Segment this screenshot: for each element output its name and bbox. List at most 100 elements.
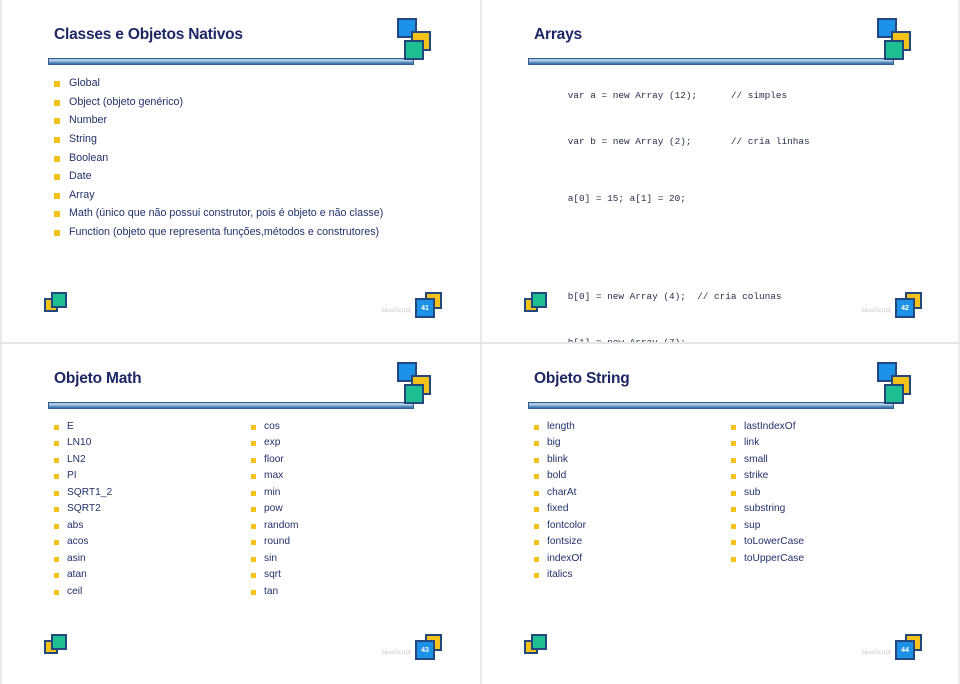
- bullet-square-icon: [731, 556, 736, 562]
- handout-sheet: Classes e Objetos Nativos Global Object …: [0, 0, 960, 684]
- decoration-squares-top-right: [873, 362, 923, 410]
- page-number-badge: 41: [412, 292, 446, 320]
- bullet-square-icon: [251, 589, 256, 595]
- bullet-square-icon: [731, 457, 736, 463]
- slide-arrays[interactable]: Arrays var a = new Array (12); // simple…: [480, 0, 960, 342]
- bullet-square-icon: [54, 155, 60, 162]
- list-item: exp: [251, 436, 441, 449]
- bullet-square-icon: [54, 230, 60, 236]
- decoration-squares-bottom-left: [524, 634, 554, 660]
- bullet-square-icon: [54, 474, 59, 480]
- bullet-square-icon: [534, 556, 539, 562]
- bullet-square-icon: [54, 99, 60, 106]
- page-number: 44: [895, 640, 915, 660]
- list-item: max: [251, 469, 441, 482]
- list-item: sub: [731, 486, 921, 499]
- list-item: Number: [54, 113, 434, 127]
- bullet-square-icon: [251, 457, 256, 463]
- bullet-square-icon: [731, 507, 736, 513]
- bullet-square-icon: [54, 490, 59, 496]
- bullet-square-icon: [251, 425, 256, 430]
- bullet-square-icon: [534, 573, 539, 579]
- decoration-squares-bottom-left: [44, 634, 74, 660]
- bullet-square-icon: [731, 425, 736, 430]
- bullet-square-icon: [534, 540, 539, 546]
- list-item: small: [731, 453, 921, 466]
- bullet-square-icon: [731, 441, 736, 447]
- slide-title: Objeto String: [534, 370, 630, 387]
- list-item: random: [251, 519, 441, 532]
- list-item: sin: [251, 552, 441, 565]
- list-item: lastIndexOf: [731, 420, 921, 433]
- list-item: SQRT1_2: [54, 486, 254, 499]
- bullet-square-icon: [534, 457, 539, 463]
- page-number-badge: 44: [892, 634, 926, 662]
- list-item: bold: [534, 469, 734, 482]
- bullet-square-icon: [534, 490, 539, 496]
- footer-label: JavaScript: [380, 650, 411, 656]
- slide-title: Arrays: [534, 26, 582, 43]
- decoration-squares-top-right: [393, 362, 443, 410]
- list-item: sup: [731, 519, 921, 532]
- page-number: 42: [895, 298, 915, 318]
- code-line: var b = new Array (2); // cria linhas: [567, 135, 810, 147]
- page-number: 41: [415, 298, 435, 318]
- code-line: var a = new Array (12); // simples: [567, 90, 788, 102]
- decoration-squares-bottom-left: [44, 292, 74, 318]
- bullet-square-icon: [731, 490, 736, 496]
- slide-title: Classes e Objetos Nativos: [54, 26, 243, 43]
- slide-objeto-math[interactable]: Objeto Math E LN10 LN2 PI SQRT1_2 SQRT2 …: [0, 342, 480, 684]
- bullet-square-icon: [534, 474, 539, 480]
- bullet-square-icon: [54, 573, 59, 579]
- list-item: sqrt: [251, 568, 441, 581]
- bullet-square-icon: [251, 474, 256, 480]
- green-square-icon: [404, 384, 424, 404]
- title-underline-bar: [528, 402, 894, 409]
- code-block: var a = new Array (12); // simples var b…: [534, 73, 810, 342]
- method-column-right: cos exp floor max min pow random round s…: [251, 420, 441, 601]
- list-item: toUpperCase: [731, 552, 921, 565]
- slide-objeto-string[interactable]: Objeto String length big blink bold char…: [480, 342, 960, 684]
- list-item: asin: [54, 552, 254, 565]
- footer-label: JavaScript: [380, 308, 411, 314]
- bullet-square-icon: [251, 490, 256, 496]
- bullet-square-icon: [54, 556, 59, 562]
- list-item: Boolean: [54, 151, 434, 165]
- list-item: italics: [534, 568, 734, 581]
- bullet-square-icon: [534, 523, 539, 529]
- list-item: Object (objeto genérico): [54, 95, 434, 109]
- list-item: atan: [54, 568, 254, 581]
- list-item: substring: [731, 502, 921, 515]
- bullet-square-icon: [54, 81, 60, 87]
- list-item: LN10: [54, 436, 254, 449]
- code-spacer: [534, 221, 810, 232]
- code-spacer: [534, 164, 810, 175]
- list-item: PI: [54, 469, 254, 482]
- list-item: fontcolor: [534, 519, 734, 532]
- footer-label: JavaScript: [860, 650, 891, 656]
- list-item: tan: [251, 585, 441, 598]
- bullet-square-icon: [54, 441, 59, 447]
- green-square-icon: [884, 384, 904, 404]
- bullet-square-icon: [54, 589, 59, 595]
- bullet-square-icon: [54, 136, 60, 143]
- page-number: 43: [415, 640, 435, 660]
- list-item: LN2: [54, 453, 254, 466]
- green-square-icon: [531, 292, 547, 308]
- green-square-icon: [531, 634, 547, 650]
- method-column-right: lastIndexOf link small strike sub substr…: [731, 420, 921, 568]
- bullet-square-icon: [251, 441, 256, 447]
- list-item: Date: [54, 169, 434, 183]
- decoration-squares-top-right: [873, 18, 923, 66]
- list-item: blink: [534, 453, 734, 466]
- list-item: link: [731, 436, 921, 449]
- bullet-square-icon: [731, 474, 736, 480]
- bullet-square-icon: [251, 507, 256, 513]
- list-item: abs: [54, 519, 254, 532]
- list-item: fixed: [534, 502, 734, 515]
- green-square-icon: [51, 292, 67, 308]
- list-item: SQRT2: [54, 502, 254, 515]
- green-square-icon: [884, 40, 904, 60]
- slide-classes-e-objetos-nativos[interactable]: Classes e Objetos Nativos Global Object …: [0, 0, 480, 342]
- bullet-square-icon: [54, 118, 60, 125]
